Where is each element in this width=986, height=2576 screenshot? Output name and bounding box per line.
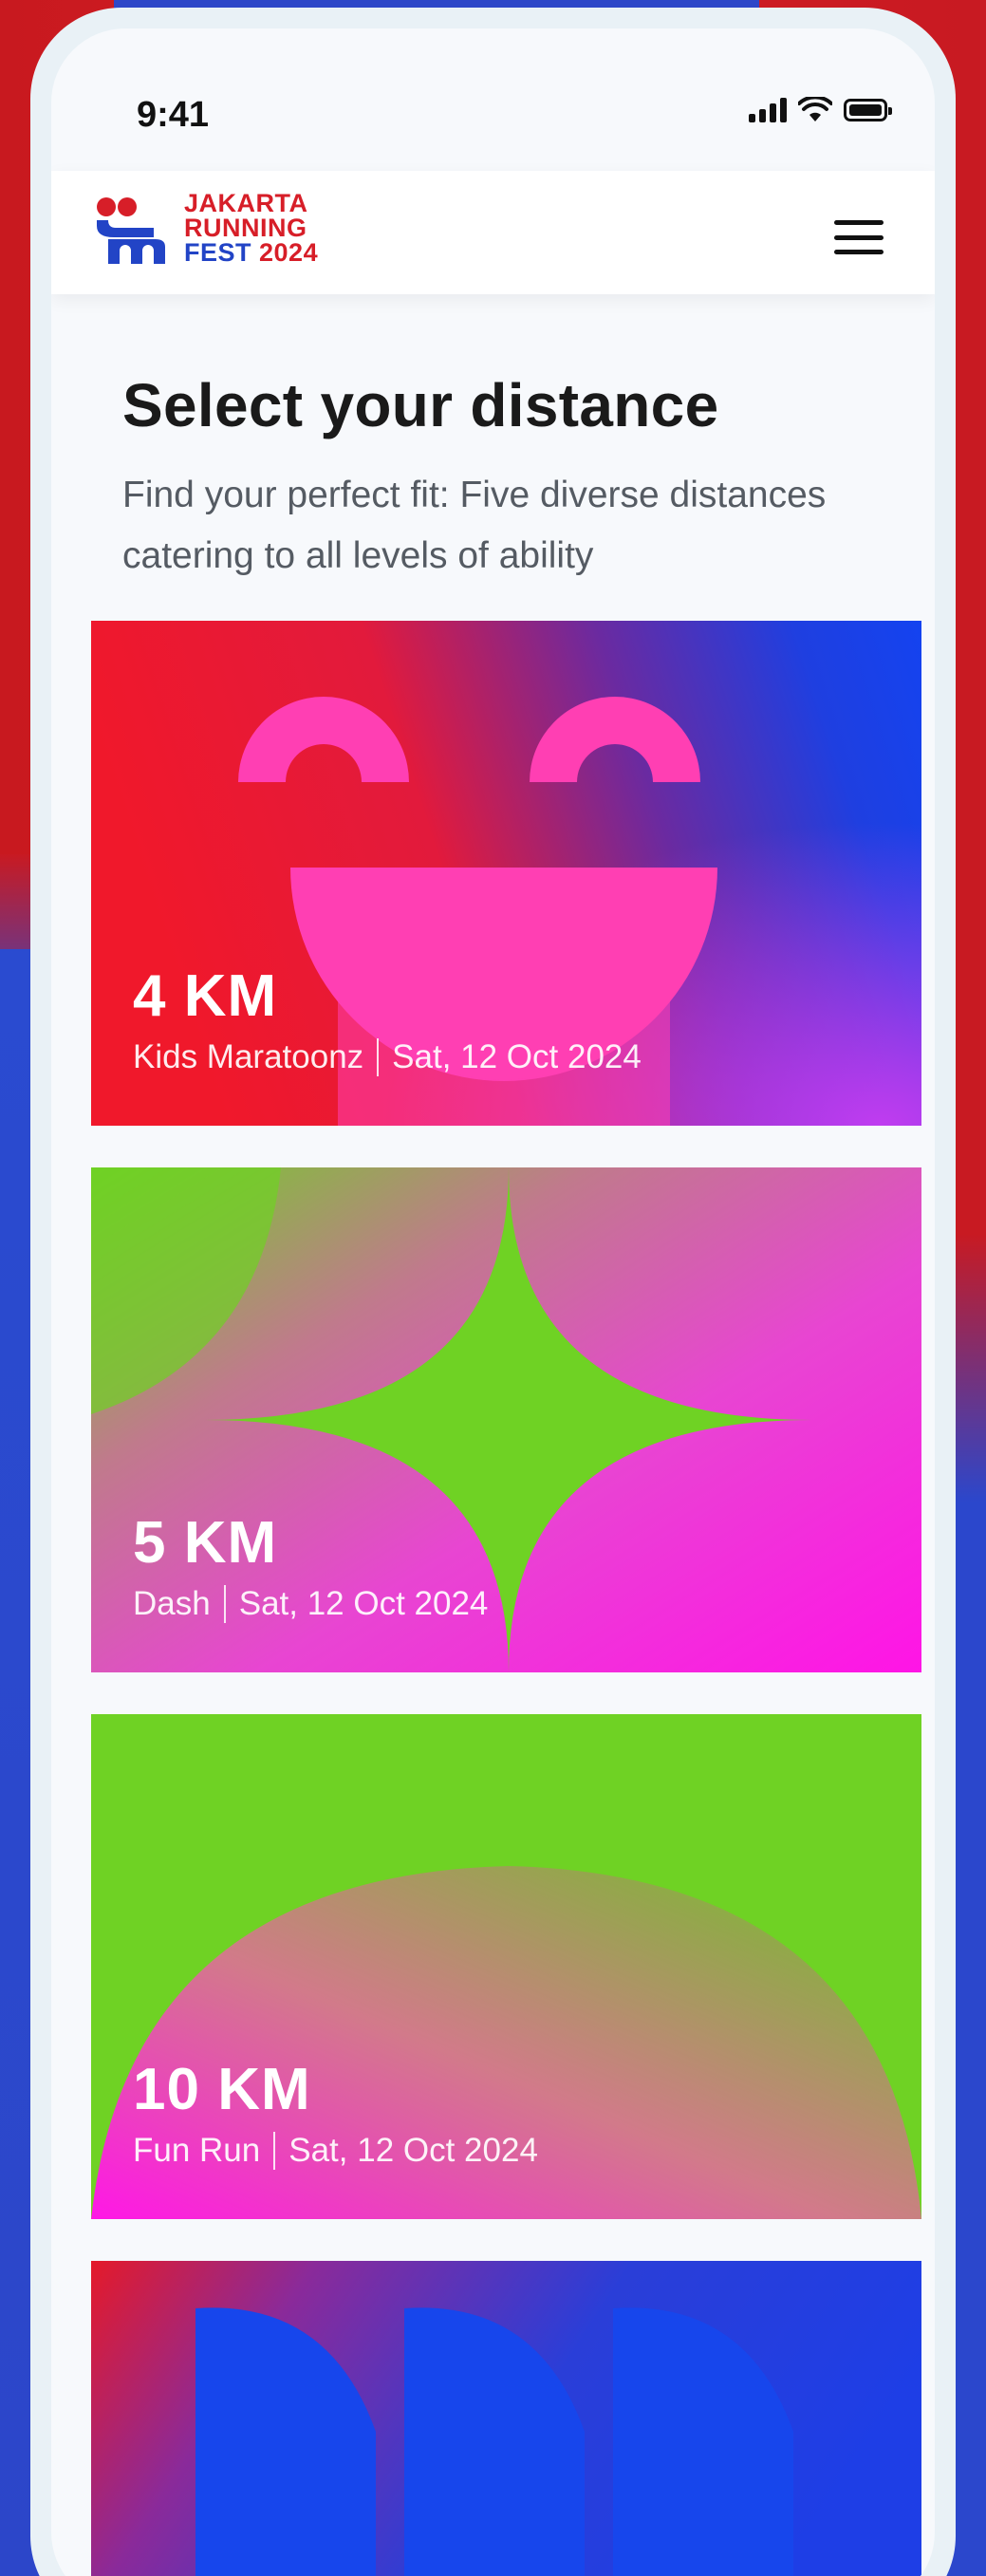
logo-line-1: JAKARTA <box>184 189 308 217</box>
card-distance: 10 KM <box>133 2057 311 2122</box>
card-date: Sat, 12 Oct 2024 <box>288 2132 538 2169</box>
card-distance: 5 KM <box>133 1510 278 1576</box>
card-meta: Fun Run Sat, 12 Oct 2024 <box>133 2132 538 2170</box>
page-title: Select your distance <box>122 371 719 439</box>
menu-icon-bar <box>834 250 884 254</box>
card-category: Kids Maratoonz <box>133 1038 364 1075</box>
card-category: Dash <box>133 1585 211 1622</box>
card-artwork-arches <box>91 2261 921 2576</box>
card-category: Fun Run <box>133 2132 261 2169</box>
card-meta: Kids Maratoonz Sat, 12 Oct 2024 <box>133 1038 642 1076</box>
status-icons <box>749 97 892 123</box>
card-date: Sat, 12 Oct 2024 <box>392 1038 642 1075</box>
battery-icon <box>844 99 892 121</box>
logo-wordmark: JAKARTA RUNNING FEST 2024 <box>184 189 319 267</box>
distance-card-partial[interactable] <box>91 2261 921 2576</box>
page-subtitle: Find your perfect fit: Five diverse dist… <box>122 475 827 576</box>
card-meta: Dash Sat, 12 Oct 2024 <box>133 1585 488 1623</box>
menu-icon-bar <box>834 220 884 225</box>
status-time: 9:41 <box>137 95 210 135</box>
logo-line-2: RUNNING <box>184 214 307 242</box>
phone-frame: 9:41 JAKARTA RUNNING FEST 2024 Select yo… <box>30 8 956 2576</box>
card-distance: 4 KM <box>133 963 278 1029</box>
card-meta-divider <box>377 1038 380 1076</box>
phone-screen: 9:41 JAKARTA RUNNING FEST 2024 Select yo… <box>51 28 935 2576</box>
logo-line-3-text: FEST <box>184 238 260 267</box>
status-bar: 9:41 <box>51 28 935 171</box>
menu-button[interactable] <box>834 220 884 254</box>
distance-card-10km[interactable]: 10 KM Fun Run Sat, 12 Oct 2024 <box>91 1714 921 2219</box>
logo-mark-icon <box>97 197 165 264</box>
menu-icon-bar <box>834 234 884 240</box>
card-meta-divider <box>223 1585 226 1623</box>
logo-line-3: FEST 2024 <box>184 238 319 267</box>
wifi-icon <box>798 97 832 121</box>
logo-year: 2024 <box>259 238 319 267</box>
card-date: Sat, 12 Oct 2024 <box>238 1585 489 1622</box>
app-header: JAKARTA RUNNING FEST 2024 <box>51 171 935 294</box>
card-meta-divider <box>273 2132 276 2170</box>
signal-icon <box>749 98 787 122</box>
distance-card-5km[interactable]: 5 KM Dash Sat, 12 Oct 2024 <box>91 1167 921 1672</box>
distance-card-4km[interactable]: 4 KM Kids Maratoonz Sat, 12 Oct 2024 <box>91 621 921 1126</box>
logo[interactable]: JAKARTA RUNNING FEST 2024 <box>95 190 318 266</box>
